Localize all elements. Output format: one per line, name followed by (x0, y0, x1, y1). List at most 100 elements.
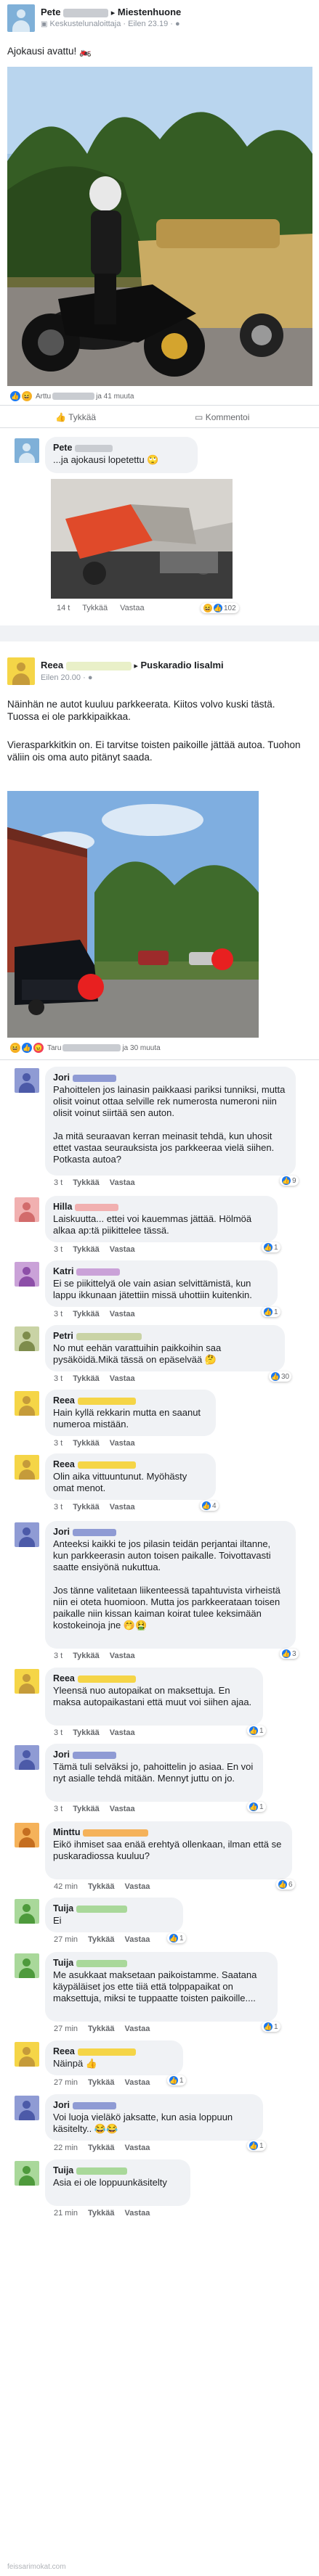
comment-author[interactable]: Tuija (53, 1958, 73, 1968)
avatar[interactable] (15, 1745, 39, 1770)
comment-like[interactable]: Tykkää (73, 1652, 100, 1660)
comment-reply[interactable]: Vastaa (110, 1245, 135, 1254)
comment-reactions[interactable]: 👍 1 (247, 2141, 266, 2151)
avatar[interactable] (15, 1823, 39, 1847)
comment-time[interactable]: 27 min (54, 2078, 78, 2087)
comment-time[interactable]: 3 t (54, 1652, 62, 1660)
comment-like[interactable]: Tykkää (73, 1805, 100, 1813)
comment-reply[interactable]: Vastaa (125, 2078, 150, 2087)
comment-reply[interactable]: Vastaa (110, 1439, 135, 1448)
avatar[interactable] (15, 2042, 39, 2067)
comment-like[interactable]: Tykkää (88, 1882, 115, 1891)
comment-reactions[interactable]: 👍 3 (280, 1649, 299, 1659)
post-time[interactable]: Eilen 23.19 (128, 20, 168, 28)
comment-reply[interactable]: Vastaa (110, 1728, 135, 1737)
comment-time[interactable]: 21 min (54, 2209, 78, 2218)
comment-like[interactable]: Tykkää (88, 2025, 115, 2033)
comment-author[interactable]: Jori (53, 2100, 70, 2110)
comment-like[interactable]: Tykkää (73, 1503, 100, 1511)
avatar[interactable] (15, 2096, 39, 2120)
avatar[interactable] (15, 1522, 39, 1547)
reactions-summary[interactable]: 👍 😆 Arttu ja 41 muuta (10, 391, 134, 401)
comment-time[interactable]: 3 t (54, 1728, 62, 1737)
avatar[interactable] (7, 4, 35, 32)
comment-author[interactable]: Katri (53, 1266, 73, 1276)
comment-reactions[interactable]: 👍 6 (276, 1879, 295, 1890)
comment-reactions[interactable]: 👍 9 (280, 1176, 299, 1186)
comment-author[interactable]: Minttu (53, 1827, 80, 1837)
comment-like[interactable]: Tykkää (88, 2144, 115, 2152)
avatar[interactable] (15, 1197, 39, 1222)
comment-reactions[interactable]: 👍 1 (262, 1242, 280, 1252)
comment-time[interactable]: 27 min (54, 1935, 78, 1944)
comment-author[interactable]: Reea (53, 1395, 75, 1406)
post-author[interactable]: Pete (41, 7, 60, 17)
post-photo-motorcycle[interactable] (7, 67, 312, 386)
comment-like[interactable]: Tykkää (88, 1935, 115, 1944)
comment-author[interactable]: Petri (53, 1331, 73, 1341)
comment-time[interactable]: 42 min (54, 1882, 78, 1891)
comment-reactions[interactable]: 👍 1 (247, 1802, 266, 1812)
comment-reactions[interactable]: 👍 1 (167, 1933, 186, 1943)
comment-author[interactable]: Jori (53, 1072, 70, 1083)
comment-like[interactable]: Tykkää (73, 1374, 100, 1383)
reply-photo-wreck[interactable] (51, 479, 233, 599)
like-button[interactable]: 👍 Tykkää (55, 412, 96, 422)
comment-author[interactable]: Reea (53, 1673, 75, 1683)
comment-reactions[interactable]: 👍 1 (262, 1307, 280, 1317)
comment-time[interactable]: 3 t (54, 1503, 62, 1511)
comment-author[interactable]: Tuija (53, 1903, 73, 1913)
comment-reply[interactable]: Vastaa (125, 1882, 150, 1891)
comment-reply[interactable]: Vastaa (110, 1652, 135, 1660)
avatar[interactable] (15, 1455, 39, 1480)
comment-author[interactable]: Reea (53, 1459, 75, 1469)
avatar[interactable] (15, 1953, 39, 1978)
comment-author[interactable]: Hilla (53, 1202, 72, 1212)
avatar[interactable] (15, 1391, 39, 1416)
comment-like[interactable]: Tykkää (73, 1178, 100, 1187)
post-photo-parking[interactable] (7, 791, 259, 1038)
comment-reactions[interactable]: 👍 30 (269, 1371, 292, 1382)
comment-time[interactable]: 3 t (54, 1805, 62, 1813)
comment-reply[interactable]: Vastaa (120, 604, 144, 612)
comment-like[interactable]: Tykkää (73, 1439, 100, 1448)
comment-reply[interactable]: Vastaa (110, 1805, 135, 1813)
comment-reply[interactable]: Vastaa (125, 2025, 150, 2033)
comment-time[interactable]: 22 min (54, 2144, 78, 2152)
avatar[interactable] (15, 1669, 39, 1694)
comment-reactions[interactable]: 👍 1 (247, 1726, 266, 1736)
avatar[interactable] (15, 438, 39, 463)
avatar[interactable] (15, 1068, 39, 1093)
comment-author[interactable]: Tuija (53, 2165, 73, 2175)
comment-reply[interactable]: Vastaa (110, 1503, 135, 1511)
comment-like[interactable]: Tykkää (82, 604, 108, 612)
reply-reactions[interactable]: 😆 👍 102 (201, 603, 239, 613)
comment-time[interactable]: 3 t (54, 1439, 62, 1448)
avatar[interactable] (7, 657, 35, 685)
comment-reply[interactable]: Vastaa (110, 1178, 135, 1187)
comment-reply[interactable]: Vastaa (110, 1310, 135, 1318)
post-time[interactable]: Eilen 20.00 (41, 673, 81, 682)
comment-reply[interactable]: Vastaa (125, 2144, 150, 2152)
comment-author[interactable]: Jori (53, 1750, 70, 1760)
reactions-summary[interactable]: 😆 👍 😠 Taru ja 30 muuta (10, 1043, 161, 1053)
comment-time[interactable]: 3 t (54, 1245, 62, 1254)
comment-reply[interactable]: Vastaa (110, 1374, 135, 1383)
comment-reply[interactable]: Vastaa (125, 2209, 150, 2218)
comment-like[interactable]: Tykkää (88, 2209, 115, 2218)
avatar[interactable] (15, 1262, 39, 1287)
comment-reply[interactable]: Vastaa (125, 1935, 150, 1944)
comment-like[interactable]: Tykkää (73, 1245, 100, 1254)
group-name[interactable]: Puskaradio Iisalmi (140, 660, 223, 670)
comment-author[interactable]: Jori (53, 1527, 70, 1537)
comment-like[interactable]: Tykkää (88, 2078, 115, 2087)
avatar[interactable] (15, 2161, 39, 2186)
comment-reactions[interactable]: 👍 1 (167, 2075, 186, 2085)
group-name[interactable]: Miestenhuone (118, 7, 181, 17)
comment-reactions[interactable]: 👍 1 (262, 2022, 280, 2032)
avatar[interactable] (15, 1899, 39, 1924)
comment-like[interactable]: Tykkää (73, 1728, 100, 1737)
comment-like[interactable]: Tykkää (73, 1310, 100, 1318)
comment-time[interactable]: 3 t (54, 1310, 62, 1318)
comment-time[interactable]: 3 t (54, 1374, 62, 1383)
